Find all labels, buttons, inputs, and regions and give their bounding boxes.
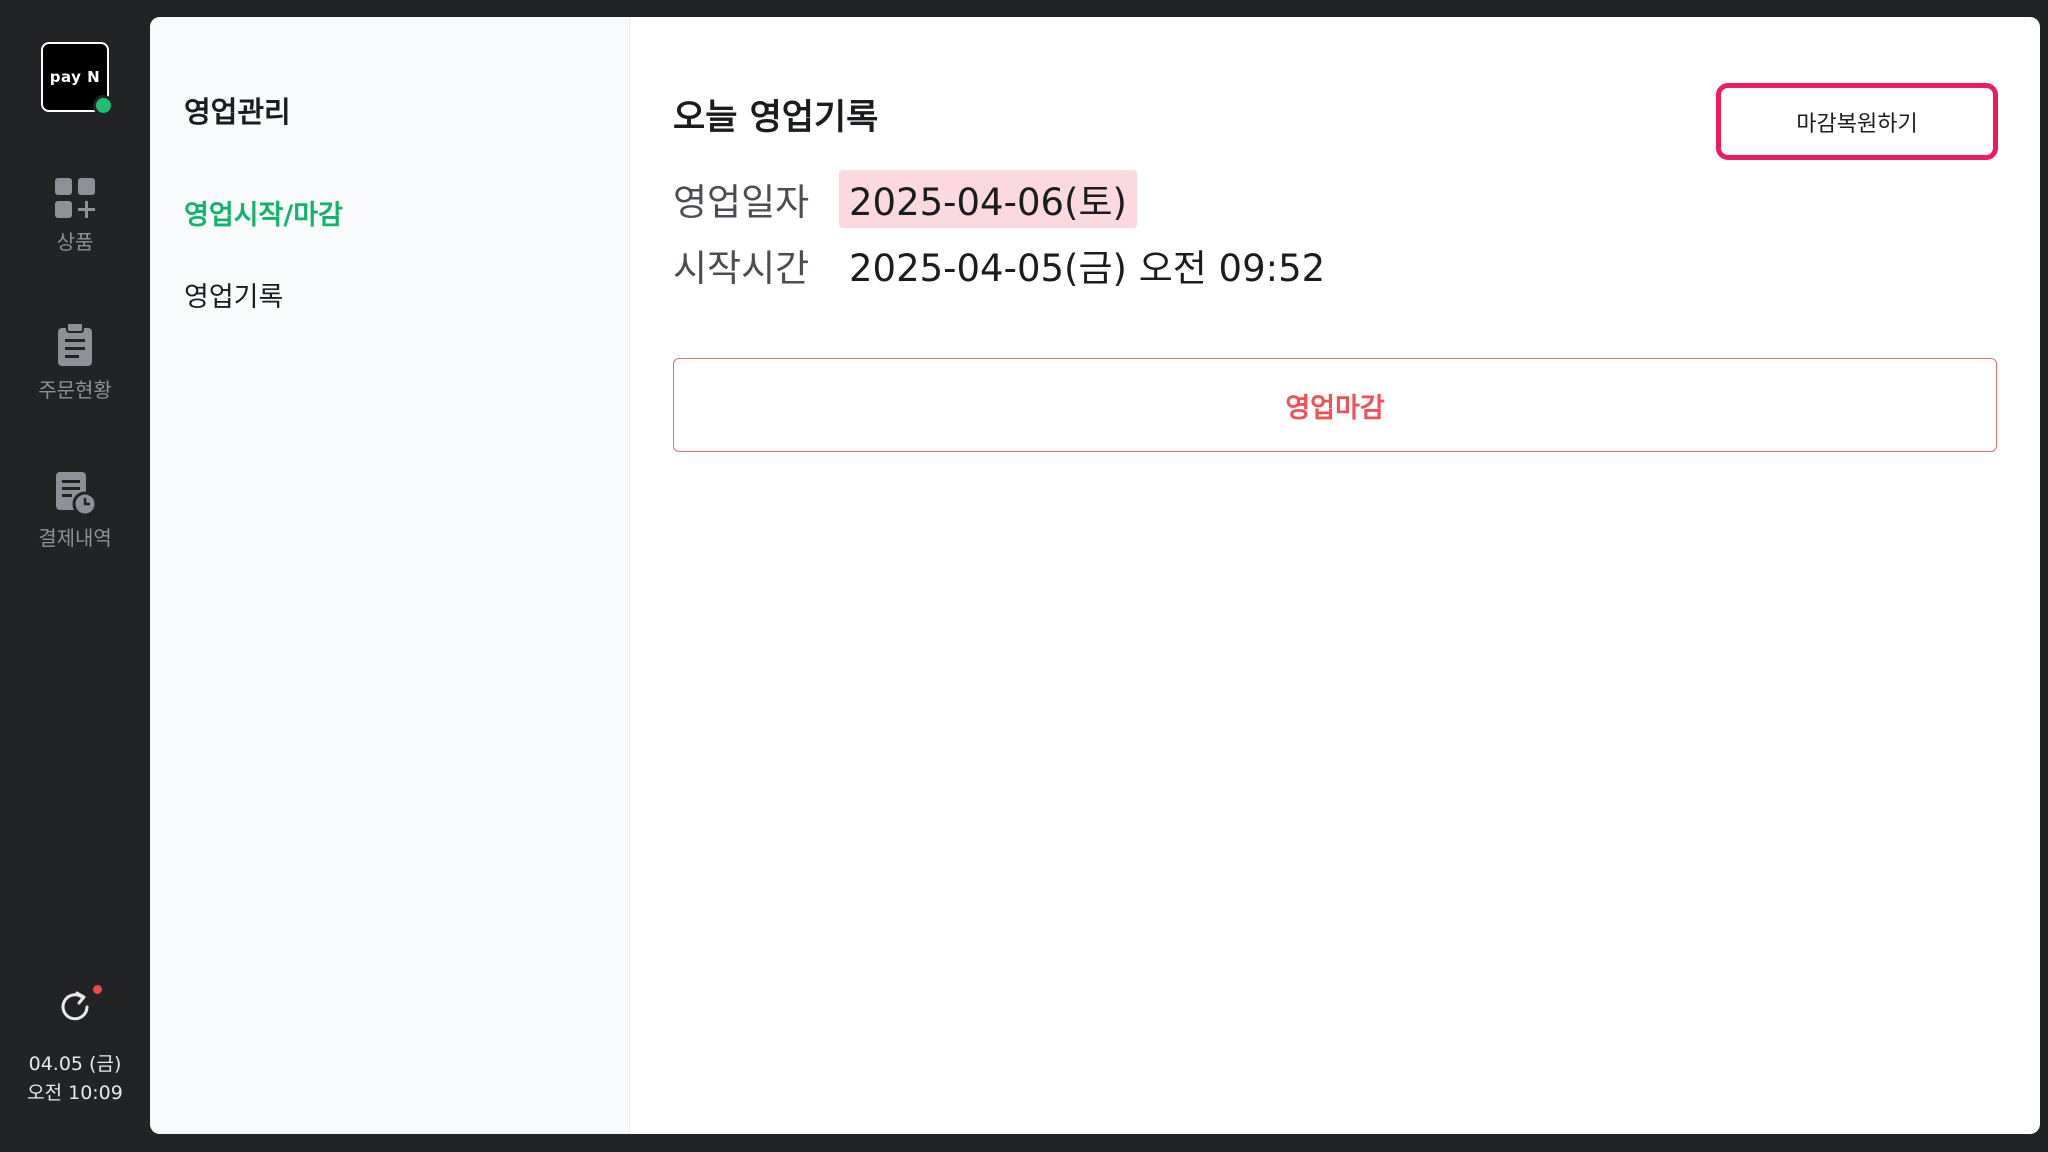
main-content: 오늘 영업기록 마감복원하기 영업일자 2025-04-06(토) 시작시간 2…: [630, 17, 2040, 1134]
sidebar-item-label: 상품: [56, 230, 94, 254]
subnav-title: 영업관리: [184, 95, 291, 129]
current-time: 오전 10:09: [27, 1082, 123, 1104]
business-date-row: 영업일자 2025-04-06(토): [673, 170, 1137, 228]
content-panel: 영업관리 영업시작/마감 영업기록 오늘 영업기록 마감복원하기 영업일자 20…: [150, 17, 2040, 1134]
page-title: 오늘 영업기록: [673, 98, 879, 138]
sidebar-item-products[interactable]: 상품: [0, 176, 150, 255]
refresh-icon[interactable]: [56, 988, 94, 1026]
sidebar-item-orders[interactable]: 주문현황: [0, 322, 150, 403]
business-date-label: 영업일자: [673, 181, 810, 224]
business-date-value: 2025-04-06(토): [839, 170, 1137, 228]
sidebar-item-label: 주문현황: [38, 378, 112, 402]
start-time-row: 시작시간 2025-04-05(금) 오전 09:52: [673, 238, 1325, 292]
current-datetime: 04.05 (금) 오전 10:09: [0, 1050, 150, 1108]
product-grid-icon: [55, 178, 95, 218]
start-time-value: 2025-04-05(금) 오전 09:52: [849, 247, 1326, 290]
online-status-dot: [93, 95, 114, 116]
main-sidebar: pay N 상품 주문현황 결제내역 04.05 (금) 오전 10:09: [0, 0, 150, 1152]
sidebar-item-payments[interactable]: 결제내역: [0, 470, 150, 551]
refresh-notification-dot: [93, 985, 102, 994]
clipboard-icon: [58, 322, 92, 366]
start-time-label: 시작시간: [673, 247, 810, 290]
restore-closing-button[interactable]: 마감복원하기: [1716, 83, 1998, 160]
sub-navigation: 영업관리 영업시작/마감 영업기록: [150, 17, 630, 1134]
subnav-item-open-close[interactable]: 영업시작/마감: [184, 193, 343, 232]
current-date: 04.05 (금): [28, 1053, 122, 1075]
sidebar-item-label: 결제내역: [38, 526, 112, 550]
receipt-clock-icon: [56, 472, 97, 516]
subnav-item-sales-history[interactable]: 영업기록: [184, 275, 283, 314]
app-frame: pay N 상품 주문현황 결제내역 04.05 (금) 오전 10:09 영업…: [0, 0, 2048, 1152]
close-business-button[interactable]: 영업마감: [673, 358, 1997, 452]
